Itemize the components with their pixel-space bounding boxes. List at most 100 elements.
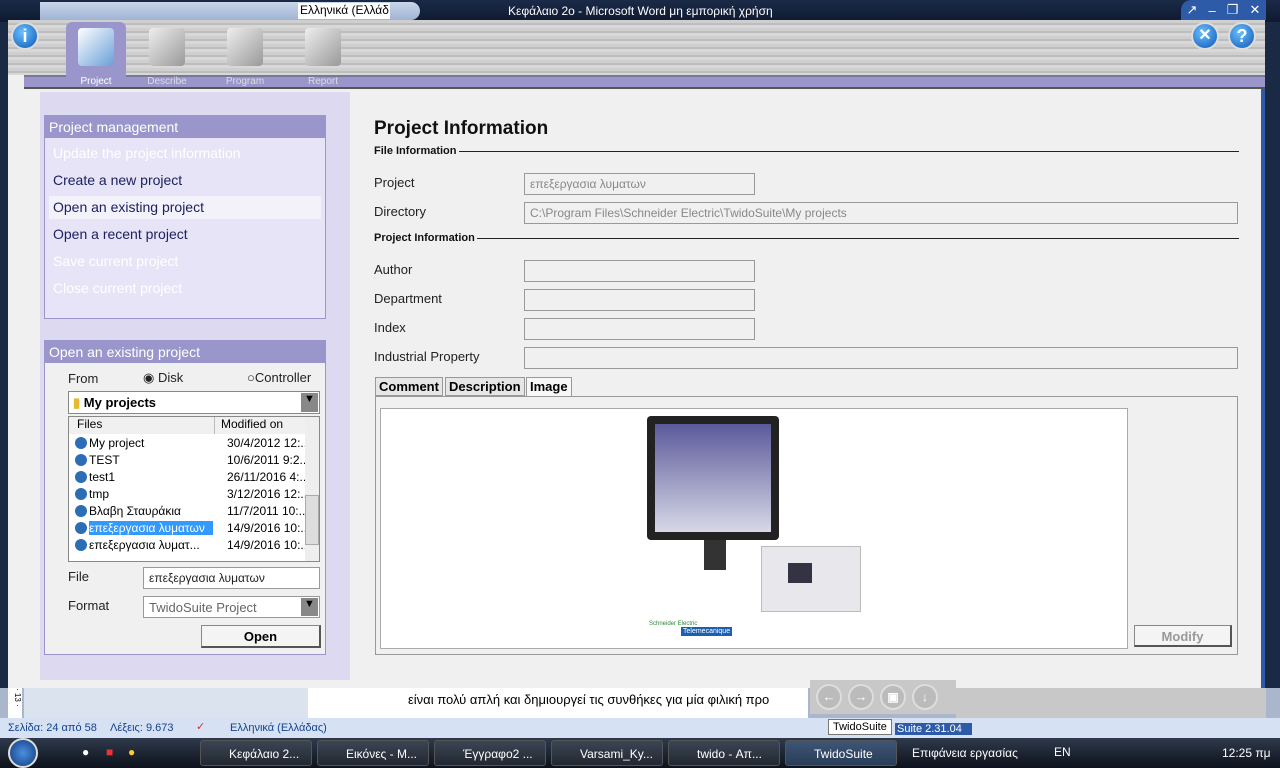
image-panel: Schneider Electric Telemecanique Modify bbox=[375, 396, 1238, 655]
minimize-icon[interactable]: – bbox=[1209, 3, 1216, 18]
file-name-input[interactable]: επεξεργασια λυματων bbox=[143, 567, 320, 589]
project-folder-icon bbox=[78, 28, 114, 66]
file-row[interactable]: επεξεργασια λυματων 14/9/2016 10:... bbox=[69, 519, 319, 536]
tab-project[interactable]: Project bbox=[66, 22, 126, 87]
folder-dropdown[interactable]: ▮ My projects ▼ bbox=[68, 391, 320, 414]
project-image: Schneider Electric Telemecanique bbox=[380, 408, 1128, 649]
format-dropdown[interactable]: TwidoSuite Project ▼ bbox=[143, 596, 320, 618]
file-name: test1 bbox=[89, 469, 116, 484]
directory-label: Directory bbox=[374, 204, 427, 219]
section-title: Project Information bbox=[374, 232, 475, 244]
forward-icon[interactable]: → bbox=[848, 684, 874, 710]
nav-band bbox=[24, 75, 1265, 89]
file-name: επεξεργασια λυματων bbox=[89, 520, 213, 535]
open-button[interactable]: Open bbox=[201, 625, 321, 648]
back-icon[interactable]: ← bbox=[816, 684, 842, 710]
project-management-box: Project management Update the project in… bbox=[44, 115, 326, 319]
window-title: Κεφάλαιο 2ο - Microsoft Word μη εμπορική… bbox=[508, 4, 773, 18]
disk-radio[interactable]: ◉ Disk bbox=[143, 370, 183, 386]
chevron-down-icon[interactable]: ▼ bbox=[301, 598, 318, 616]
ruler-margin bbox=[24, 688, 308, 718]
tab-program[interactable]: Program bbox=[215, 22, 275, 87]
twidosuite-window: i ✕ ? Project Describe Program Report Pr… bbox=[8, 20, 1265, 688]
taskbar-item[interactable]: Κεφάλαιο 2... bbox=[200, 740, 312, 766]
report-icon bbox=[305, 28, 341, 66]
file-row[interactable]: tmp 3/12/2016 12:... bbox=[69, 485, 319, 502]
file-row[interactable]: test1 26/11/2016 4:... bbox=[69, 468, 319, 485]
clock[interactable]: 12:25 πμ bbox=[1222, 746, 1271, 760]
maximize-icon[interactable]: ❐ bbox=[1227, 2, 1239, 18]
open-recent-project-link[interactable]: Open a recent project bbox=[49, 223, 321, 246]
language-indicator[interactable]: EN bbox=[1054, 745, 1071, 759]
column-header-modified[interactable]: Modified on bbox=[215, 417, 307, 434]
save-icon[interactable]: ▣ bbox=[880, 684, 906, 710]
taskbar-item[interactable]: Varsami_Ky... bbox=[551, 740, 663, 766]
section-header: Project management bbox=[45, 116, 325, 138]
open-existing-project-link[interactable]: Open an existing project bbox=[49, 196, 321, 219]
industrial-property-input[interactable] bbox=[524, 347, 1238, 369]
modify-button[interactable]: Modify bbox=[1134, 625, 1232, 647]
tooltip: TwidoSuite bbox=[828, 719, 892, 735]
monitor-stand bbox=[704, 540, 726, 570]
tab-description[interactable]: Description bbox=[445, 377, 525, 396]
industrial-property-label: Industrial Property bbox=[374, 349, 480, 364]
index-input[interactable] bbox=[524, 318, 755, 340]
proofing-icon[interactable]: ✓ bbox=[196, 720, 205, 733]
firefox-icon[interactable]: ● bbox=[82, 745, 89, 759]
author-label: Author bbox=[374, 262, 413, 277]
file-modified: 11/7/2011 10:... bbox=[227, 503, 309, 518]
help-icon[interactable]: ? bbox=[1228, 22, 1256, 50]
file-row[interactable]: επεξεργασια λυματ... 14/9/2016 10:... bbox=[69, 536, 319, 553]
taskbar-item[interactable]: Έγγραφο2 ... bbox=[434, 740, 546, 766]
file-row[interactable]: My project 30/4/2012 12:... bbox=[69, 434, 319, 451]
scrollbar[interactable] bbox=[305, 417, 319, 561]
page-count[interactable]: Σελίδα: 24 από 58 bbox=[8, 722, 97, 734]
controller-radio[interactable]: ○Controller bbox=[247, 370, 311, 385]
download-icon[interactable]: ↓ bbox=[912, 684, 938, 710]
restore-arrow-icon[interactable]: ↗ bbox=[1187, 2, 1198, 18]
file-name: επεξεργασια λυματ... bbox=[89, 537, 200, 552]
format-label: Format bbox=[68, 598, 110, 613]
file-row[interactable]: Βλαβη Σταυράκια 11/7/2011 10:... bbox=[69, 502, 319, 519]
file-modified: 14/9/2016 10:... bbox=[227, 520, 311, 535]
file-modified: 14/9/2016 10:... bbox=[227, 537, 311, 552]
language-dropdown[interactable]: Ελληνικά (Ελλάδ bbox=[298, 3, 390, 19]
file-label: File bbox=[68, 569, 89, 584]
column-header-files[interactable]: Files bbox=[69, 417, 215, 434]
start-button[interactable] bbox=[8, 738, 38, 768]
taskbar-item[interactable]: Εικόνες - M... bbox=[317, 740, 429, 766]
scrollbar-thumb[interactable] bbox=[305, 495, 319, 545]
file-row[interactable]: TEST 10/6/2011 9:2... bbox=[69, 451, 319, 468]
chrome-icon[interactable]: ● bbox=[128, 745, 135, 759]
vertical-ruler: · 13 · bbox=[8, 688, 22, 718]
tab-comment[interactable]: Comment bbox=[375, 377, 443, 396]
index-label: Index bbox=[374, 320, 406, 335]
file-modified: 26/11/2016 4:... bbox=[227, 469, 310, 484]
tab-label: Program bbox=[225, 76, 265, 87]
document-text[interactable]: είναι πολύ απλή και δημιουργεί τις συνθή… bbox=[308, 688, 808, 718]
create-new-project-link[interactable]: Create a new project bbox=[49, 169, 321, 192]
media-icon[interactable]: ■ bbox=[106, 745, 113, 759]
tab-report[interactable]: Report bbox=[293, 22, 353, 87]
taskbar-item[interactable]: TwidoSuite bbox=[785, 740, 897, 766]
format-value: TwidoSuite Project bbox=[149, 600, 257, 615]
tab-describe[interactable]: Describe bbox=[137, 22, 197, 87]
program-icon bbox=[227, 28, 263, 66]
language-status[interactable]: Ελληνικά (Ελλάδας) bbox=[230, 722, 327, 734]
tools-icon[interactable]: ✕ bbox=[1191, 22, 1219, 50]
disk-label: Disk bbox=[157, 370, 184, 385]
window-controls: ↗ – ❐ ✕ bbox=[1181, 0, 1266, 20]
tab-image[interactable]: Image bbox=[526, 377, 572, 396]
tab-label: Report bbox=[307, 76, 338, 87]
department-input[interactable] bbox=[524, 289, 755, 311]
taskbar-item[interactable]: twido - Απ... bbox=[668, 740, 780, 766]
file-list-header: Files Modified on bbox=[69, 417, 319, 434]
author-input[interactable] bbox=[524, 260, 755, 282]
info-icon[interactable]: i bbox=[11, 22, 39, 50]
word-count[interactable]: Λέξεις: 9.673 bbox=[110, 722, 173, 734]
project-label: Project bbox=[374, 175, 415, 190]
close-icon[interactable]: ✕ bbox=[1250, 2, 1261, 18]
chevron-down-icon[interactable]: ▼ bbox=[301, 393, 318, 412]
open-project-box: Open an existing project From ◉ Disk ○Co… bbox=[44, 340, 326, 655]
desktop-toolbar[interactable]: Επιφάνεια εργασίας bbox=[912, 746, 1018, 760]
